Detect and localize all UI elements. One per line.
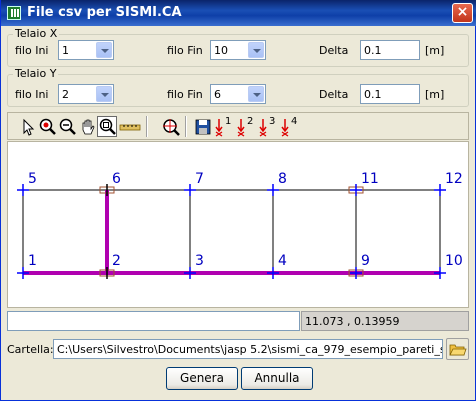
annulla-button[interactable]: Annulla (241, 367, 313, 390)
telaio-y-delta-label: Delta (319, 88, 349, 101)
zoom-out-button[interactable] (57, 116, 77, 137)
pan-hand-icon (82, 119, 95, 135)
telaio-y-filo-ini-label: filo Ini (15, 88, 49, 101)
coordinates-readout: 11.073 , 0.13959 (301, 311, 469, 331)
telaio-y-legend: Telaio Y (13, 67, 59, 80)
telaio-y-unit-label: [m] (425, 88, 445, 101)
window-title: File csv per SISMI.CA (27, 5, 182, 20)
load-2-button[interactable]: 2 (234, 116, 254, 137)
app-icon (7, 6, 21, 20)
node-label-1: 1 (28, 253, 37, 269)
zoom-in-icon (39, 118, 56, 135)
telaio-y-filo-fin-value: 6 (214, 88, 221, 101)
load-2-label: 2 (247, 116, 254, 127)
telaio-x-delta-label: Delta (319, 44, 349, 57)
node-label-8: 8 (278, 171, 287, 187)
load-1-label: 1 (225, 116, 232, 127)
load-3-label: 3 (269, 116, 276, 127)
folder-path-input[interactable]: C:\Users\Silvestro\Documents\jasp 5.2\si… (53, 339, 443, 359)
drawing-toolbar: 1 2 3 4 (7, 112, 469, 140)
status-message-field (7, 311, 300, 331)
drawing-canvas[interactable]: 1 2 3 4 5 6 7 8 9 10 11 12 (7, 141, 469, 308)
node-label-5: 5 (28, 171, 37, 187)
node-label-10: 10 (445, 253, 463, 269)
telaio-x-legend: Telaio X (13, 27, 60, 40)
save-icon (195, 119, 211, 135)
telaio-x-filo-ini-select[interactable]: 1 (58, 40, 114, 60)
load-3-button[interactable]: 3 (256, 116, 276, 137)
genera-button[interactable]: Genera (166, 367, 238, 390)
close-button[interactable]: × (452, 3, 473, 23)
load-1-button[interactable]: 1 (212, 116, 232, 137)
load-4-label: 4 (291, 116, 298, 127)
node-label-4: 4 (278, 253, 287, 269)
telaio-x-unit-label: [m] (425, 44, 445, 57)
dropdown-arrow-icon[interactable] (96, 42, 112, 58)
zoom-out-icon (59, 118, 76, 135)
zoom-extents-button[interactable] (160, 116, 180, 137)
node-label-3: 3 (195, 253, 204, 269)
frame-drawing: 1 2 3 4 5 6 7 8 9 10 11 12 (17, 171, 463, 279)
dropdown-arrow-icon[interactable] (96, 86, 112, 102)
telaio-x-delta-input[interactable]: 0.1 (360, 40, 420, 60)
node-label-7: 7 (195, 171, 204, 187)
title-bar[interactable]: File csv per SISMI.CA × (1, 0, 476, 26)
folder-label: Cartella: (7, 343, 54, 356)
node-label-9: 9 (361, 253, 370, 269)
telaio-x-filo-fin-value: 10 (214, 44, 228, 57)
telaio-y-filo-fin-select[interactable]: 6 (210, 84, 266, 104)
telaio-x-filo-fin-select[interactable]: 10 (210, 40, 266, 60)
telaio-y-filo-fin-label: filo Fin (167, 88, 203, 101)
measure-button[interactable] (117, 116, 142, 137)
telaio-x-filo-ini-label: filo Ini (15, 44, 49, 57)
telaio-x-filo-ini-value: 1 (62, 44, 69, 57)
dialog-window: File csv per SISMI.CA × Telaio X filo In… (0, 0, 476, 401)
pan-button[interactable] (77, 116, 97, 137)
dropdown-arrow-icon[interactable] (248, 86, 264, 102)
dropdown-arrow-icon[interactable] (248, 42, 264, 58)
zoom-extents-icon (163, 119, 180, 136)
toolbar-separator (185, 116, 187, 137)
toolbar-separator (146, 116, 148, 137)
node-markers (17, 184, 446, 279)
node-label-2: 2 (112, 253, 121, 269)
telaio-y-delta-input[interactable]: 0.1 (360, 84, 420, 104)
pointer-tool-button[interactable] (17, 116, 37, 137)
browse-folder-button[interactable] (446, 338, 469, 360)
measure-ruler-icon (119, 124, 141, 131)
save-button[interactable] (192, 116, 212, 137)
load-4-button[interactable]: 4 (278, 116, 298, 137)
zoom-window-button[interactable] (97, 116, 117, 137)
telaio-x-filo-fin-label: filo Fin (167, 44, 203, 57)
zoom-in-button[interactable] (37, 116, 57, 137)
node-label-12: 12 (445, 171, 463, 187)
pointer-icon (23, 118, 35, 136)
node-label-11: 11 (361, 171, 379, 187)
telaio-y-filo-ini-select[interactable]: 2 (58, 84, 114, 104)
folder-icon (449, 344, 467, 356)
telaio-y-filo-ini-value: 2 (62, 88, 69, 101)
zoom-window-icon (99, 118, 116, 135)
node-label-6: 6 (112, 171, 121, 187)
